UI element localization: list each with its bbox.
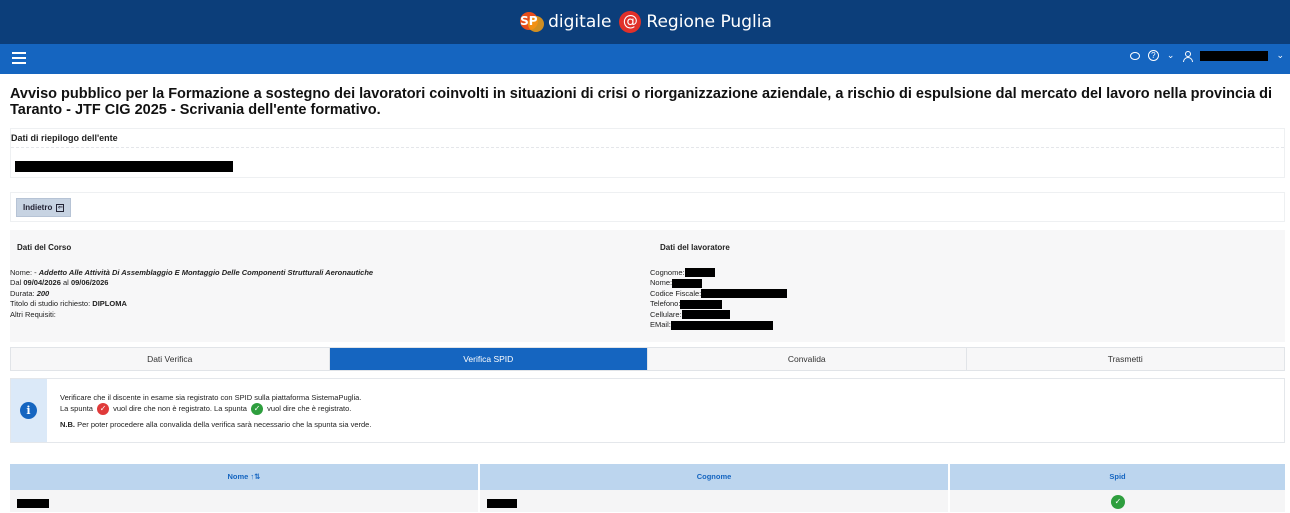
worker-surname-row: Cognome: xyxy=(650,268,1270,279)
info-line-2: La spunta ✓ vuol dire che non è registra… xyxy=(60,403,352,416)
cell-cognome xyxy=(480,490,950,512)
back-button-label: Indietro xyxy=(23,203,53,212)
table-header: Nome ↑⇅ Cognome Spid xyxy=(10,464,1285,490)
info-side: i xyxy=(11,379,47,442)
back-button[interactable]: Indietro ⇐ xyxy=(16,198,72,217)
page-title: Avviso pubblico per la Formazione a sost… xyxy=(10,86,1273,118)
worker-name-row: Nome: xyxy=(650,278,1270,289)
exit-icon: ⇐ xyxy=(56,203,65,212)
course-title-value: DIPLOMA xyxy=(92,299,127,308)
brand-logo[interactable]: SP digitale @ Regione Puglia xyxy=(518,9,772,35)
menu-icon[interactable] xyxy=(12,52,26,64)
divider xyxy=(11,147,1284,148)
column-header-cognome[interactable]: Cognome xyxy=(480,464,950,490)
info-line-1: Verificare che il discente in esame sia … xyxy=(60,393,362,402)
top-header: SP digitale @ Regione Puglia xyxy=(0,0,1290,44)
course-details: Dati del Corso Nome: - Addetto Alle Atti… xyxy=(10,236,640,320)
course-name: Addetto Alle Attività Di Assemblaggio E … xyxy=(38,267,374,277)
ente-summary-section: Dati di riepilogo dell'ente xyxy=(10,128,1285,178)
info-icon: i xyxy=(20,402,37,419)
ente-name-redacted xyxy=(15,161,233,172)
cell-spid: ✓ xyxy=(950,490,1285,512)
chevron-down-icon[interactable]: ⌄ xyxy=(1276,50,1284,61)
info-panel: i Verificare che il discente in esame si… xyxy=(10,378,1285,443)
cell-nome xyxy=(10,490,480,512)
course-title-row: Titolo di studio richiesto: DIPLOMA xyxy=(10,299,127,308)
course-name-row: Nome: - Addetto Alle Attività Di Assembl… xyxy=(10,267,374,277)
worker-details: Dati del lavoratore Cognome: Nome: Codic… xyxy=(650,236,1270,331)
user-name-redacted[interactable] xyxy=(1200,50,1269,61)
tab-convalida[interactable]: Convalida xyxy=(648,348,967,370)
red-check-icon: ✓ xyxy=(97,403,110,416)
students-table: Nome ↑⇅ Cognome Spid ✓ xyxy=(10,464,1285,512)
info-nb: N.B. Per poter procedere alla convalida … xyxy=(60,420,372,430)
user-icon[interactable] xyxy=(1182,50,1194,62)
column-header-spid[interactable]: Spid xyxy=(950,464,1285,490)
nav-user-area: ? ⌄ ⌄ xyxy=(1129,50,1284,62)
tab-verifica-spid[interactable]: Verifica SPID xyxy=(329,348,648,370)
course-duration-row: Durata: 200 xyxy=(10,288,50,298)
brand-prefix: digitale xyxy=(548,12,612,32)
worker-email-row: EMail: xyxy=(650,320,1270,331)
tab-dati-verifica[interactable]: Dati Verifica xyxy=(11,348,330,370)
table-row[interactable]: ✓ xyxy=(10,490,1285,512)
sp-logo-icon: SP xyxy=(518,9,545,35)
brand-suffix: Regione Puglia xyxy=(646,12,772,32)
course-dates-row: Dal 09/04/2026 al 09/06/2026 xyxy=(10,278,109,287)
chat-icon[interactable] xyxy=(1129,51,1140,60)
details-section: Dati del Corso Nome: - Addetto Alle Atti… xyxy=(10,230,1285,342)
brand-at-icon: @ xyxy=(619,11,642,33)
help-icon[interactable]: ? xyxy=(1147,50,1159,61)
step-tabs: Dati Verifica Verifica SPID Convalida Trasm… xyxy=(10,347,1285,371)
spid-registered-icon: ✓ xyxy=(1111,495,1125,509)
green-check-icon: ✓ xyxy=(251,403,264,416)
course-heading: Dati del Corso xyxy=(17,243,72,252)
tab-trasmetti[interactable]: Trasmetti xyxy=(966,348,1284,370)
course-start: 09/04/2026 xyxy=(23,278,61,287)
ente-summary-label: Dati di riepilogo dell'ente xyxy=(11,133,118,143)
worker-phone-row: Telefono: xyxy=(650,299,1270,310)
worker-cf-row: Codice Fiscale: xyxy=(650,289,1270,300)
chevron-down-icon[interactable]: ⌄ xyxy=(1167,50,1175,61)
actions-section: Indietro ⇐ xyxy=(10,192,1285,222)
worker-mobile-row: Cellulare: xyxy=(650,310,1270,321)
course-end: 09/06/2026 xyxy=(70,278,109,287)
course-duration: 200 xyxy=(36,288,50,298)
nav-bar: ? ⌄ ⌄ xyxy=(0,44,1290,74)
info-text: Verificare che il discente in esame sia … xyxy=(60,392,371,430)
column-header-nome[interactable]: Nome ↑⇅ xyxy=(10,464,480,490)
worker-heading: Dati del lavoratore xyxy=(660,243,730,252)
course-requirements-row: Altri Requisiti: xyxy=(10,309,56,319)
